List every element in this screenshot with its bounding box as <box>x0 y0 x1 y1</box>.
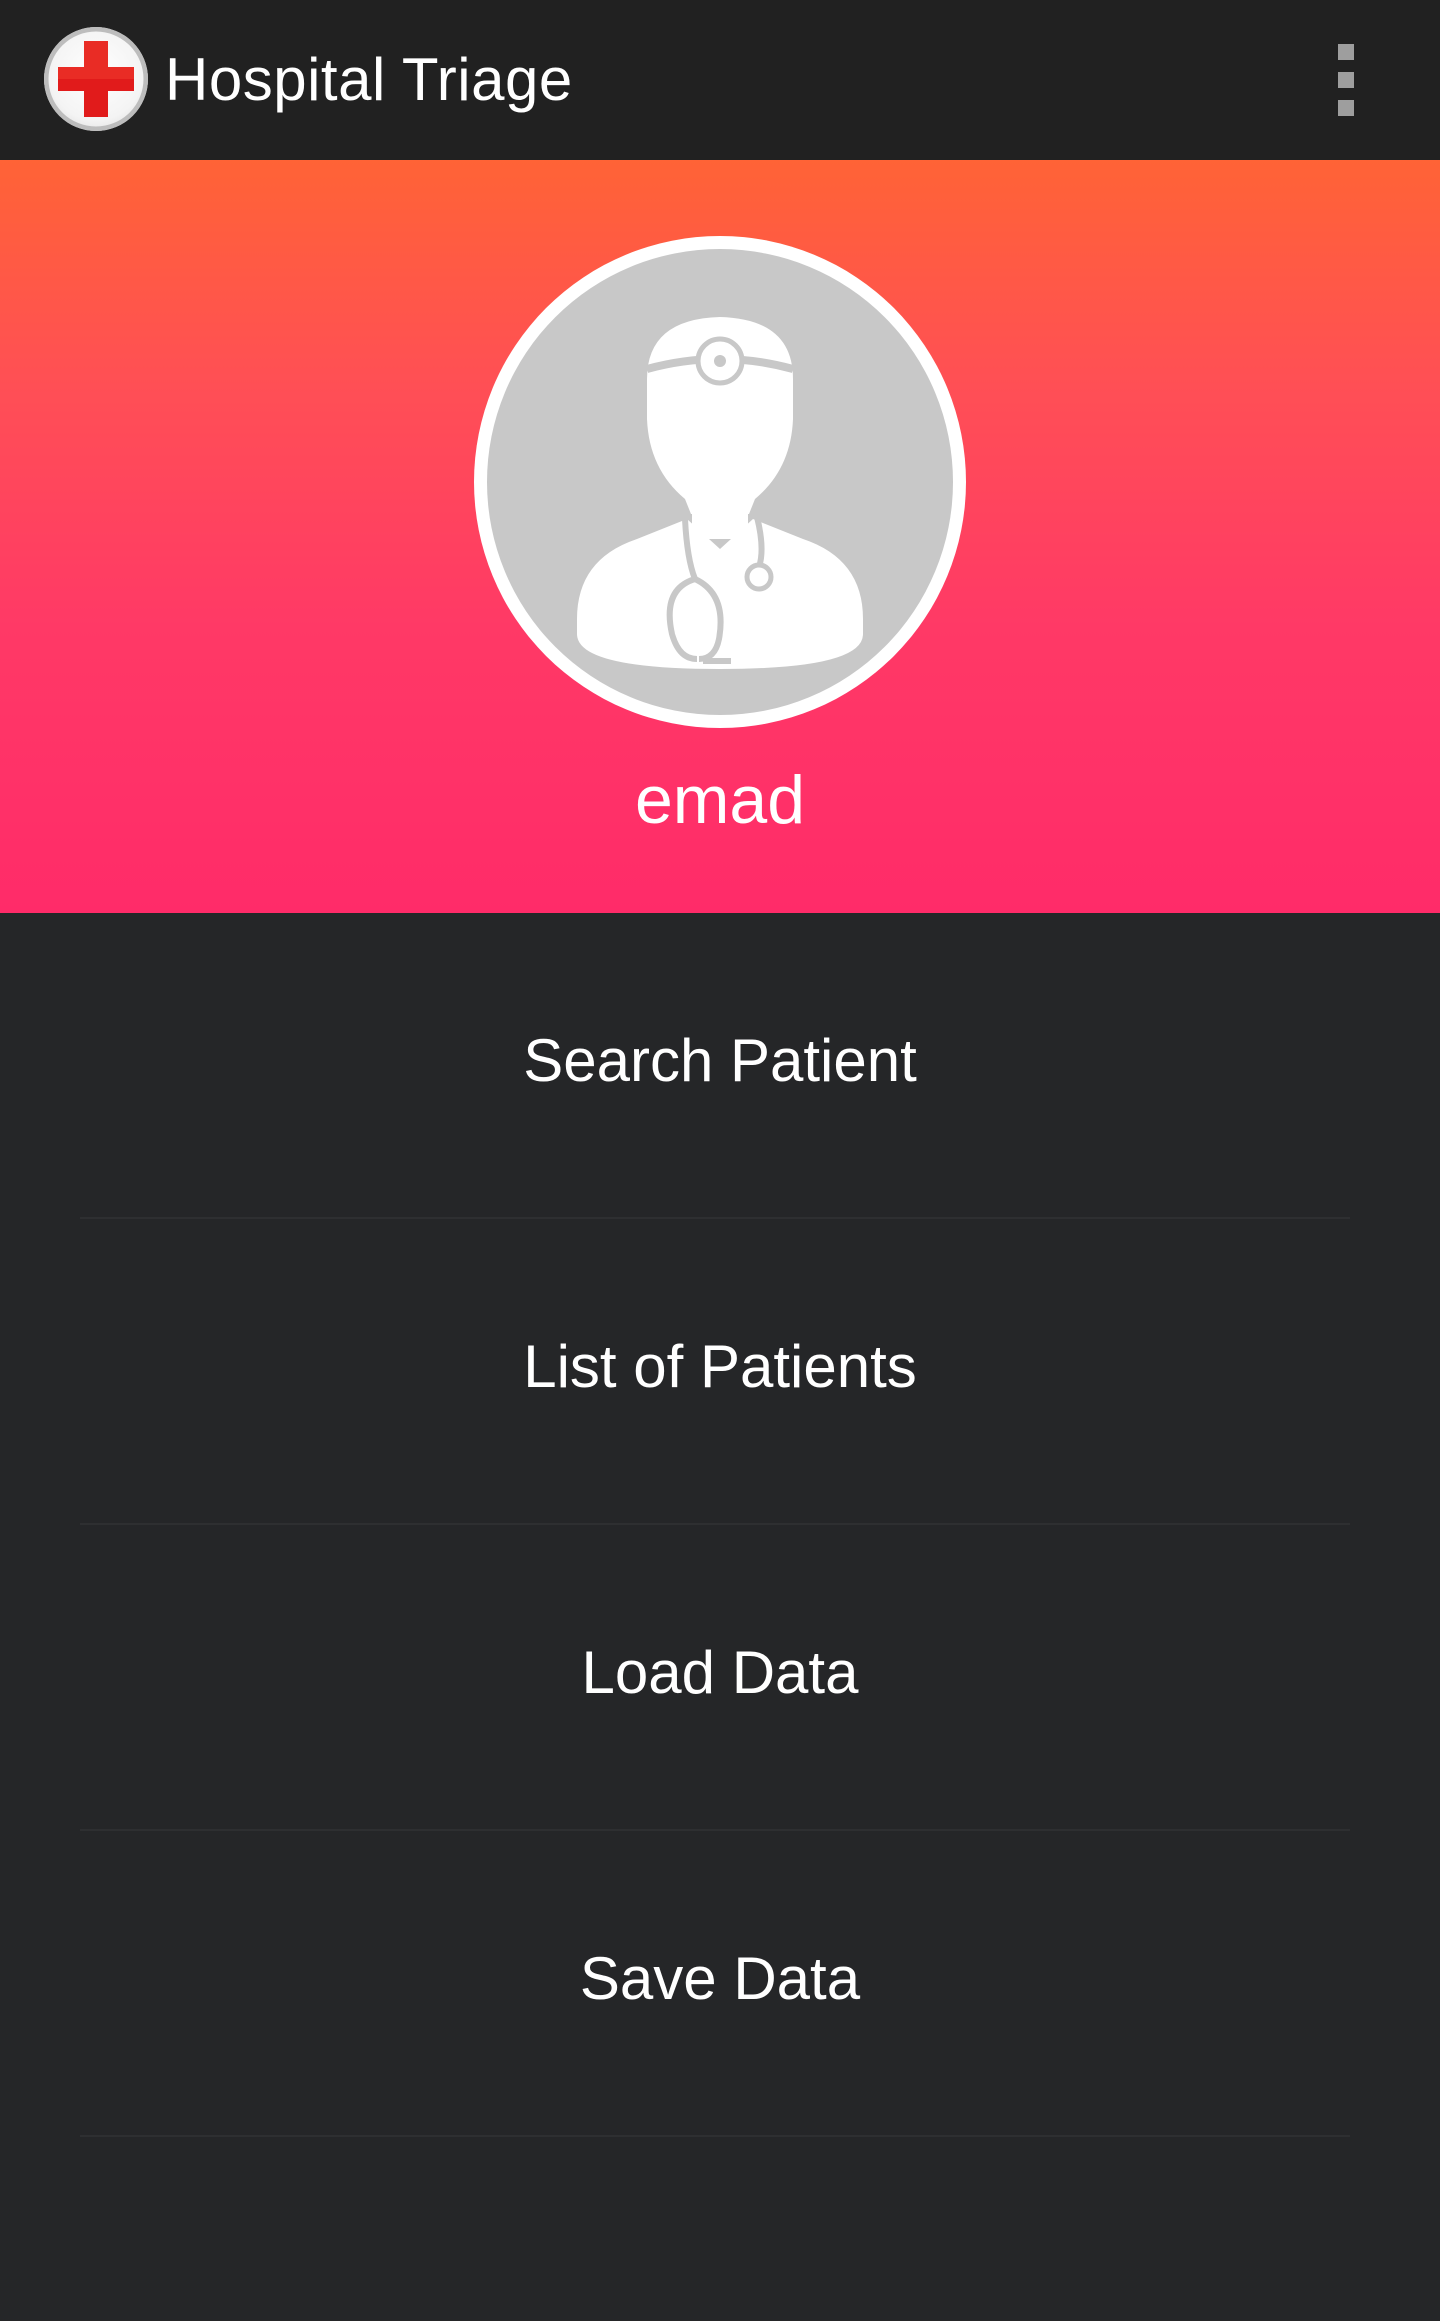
main-menu: Search Patient List of Patients Load Dat… <box>0 913 1440 2137</box>
list-of-patients-button[interactable]: List of Patients <box>0 1219 1440 1525</box>
red-cross-icon <box>44 27 148 131</box>
doctor-avatar-icon <box>487 249 953 715</box>
divider <box>80 2135 1350 2137</box>
menu-item-label: Search Patient <box>523 1027 917 1094</box>
load-data-button[interactable]: Load Data <box>0 1525 1440 1831</box>
menu-item-label: List of Patients <box>523 1333 917 1400</box>
app-root: Hospital Triage emad Search Patient List… <box>0 0 1440 2321</box>
avatar[interactable] <box>474 236 966 728</box>
more-vertical-icon[interactable] <box>1320 36 1372 122</box>
menu-dot <box>1338 100 1354 116</box>
menu-item-label: Load Data <box>581 1639 859 1706</box>
app-toolbar: Hospital Triage <box>0 0 1440 160</box>
save-data-button[interactable]: Save Data <box>0 1831 1440 2137</box>
app-title: Hospital Triage <box>165 46 573 113</box>
menu-dot <box>1338 44 1354 60</box>
search-patient-button[interactable]: Search Patient <box>0 913 1440 1219</box>
profile-header: emad <box>0 160 1440 913</box>
menu-dot <box>1338 72 1354 88</box>
menu-item-label: Save Data <box>579 1945 861 2012</box>
username: emad <box>634 762 806 838</box>
